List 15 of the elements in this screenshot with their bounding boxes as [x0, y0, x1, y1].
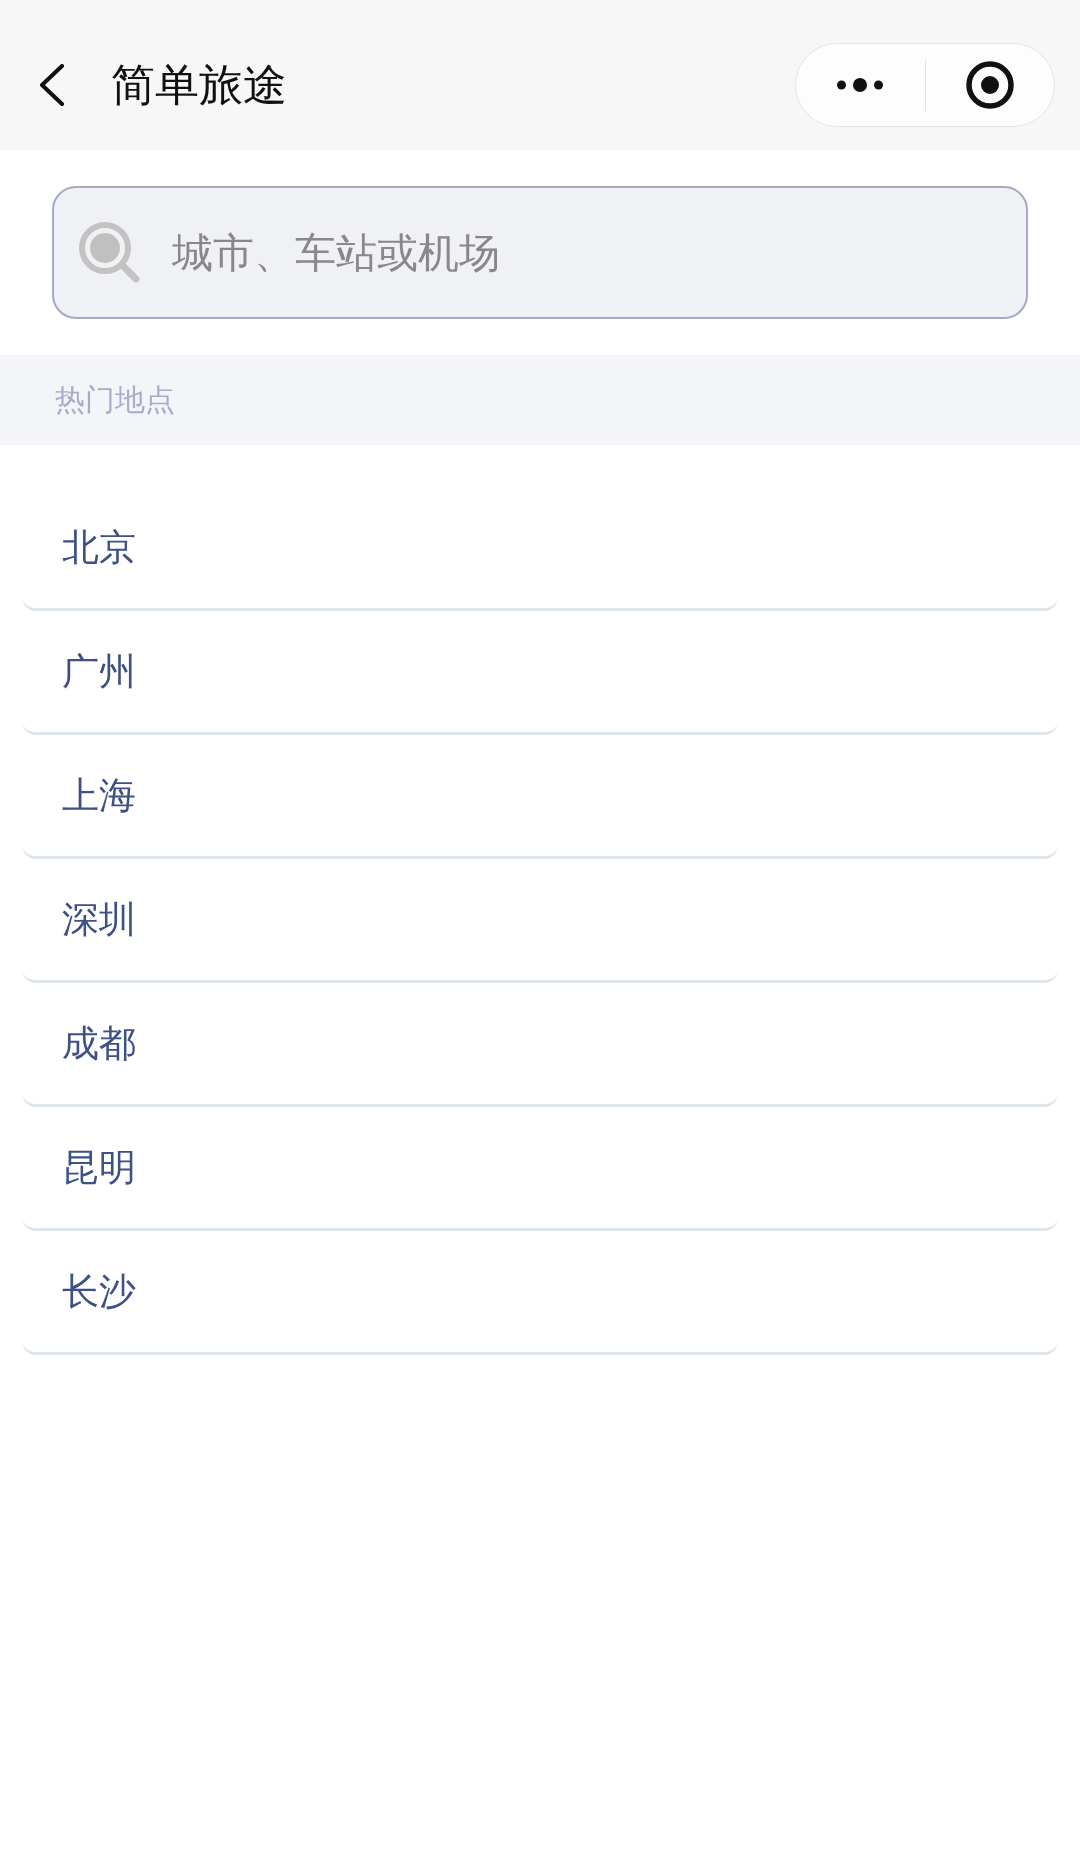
- search-input[interactable]: 城市、车站或机场: [172, 222, 1002, 283]
- search-icon: [78, 220, 142, 285]
- city-item[interactable]: 成都: [22, 983, 1058, 1107]
- city-item[interactable]: 上海: [22, 735, 1058, 859]
- ring-dot-icon: [965, 61, 1014, 109]
- city-item[interactable]: 北京: [22, 487, 1058, 611]
- back-icon[interactable]: [39, 64, 65, 106]
- city-item[interactable]: 昆明: [22, 1107, 1058, 1231]
- city-item[interactable]: 广州: [22, 611, 1058, 735]
- city-item[interactable]: 长沙: [22, 1231, 1058, 1355]
- more-icon: [837, 78, 884, 92]
- city-item[interactable]: 深圳: [22, 859, 1058, 983]
- page-title: 简单旅途: [111, 58, 287, 112]
- search-field[interactable]: 城市、车站或机场: [52, 186, 1028, 319]
- section-title: 热门地点: [55, 380, 175, 419]
